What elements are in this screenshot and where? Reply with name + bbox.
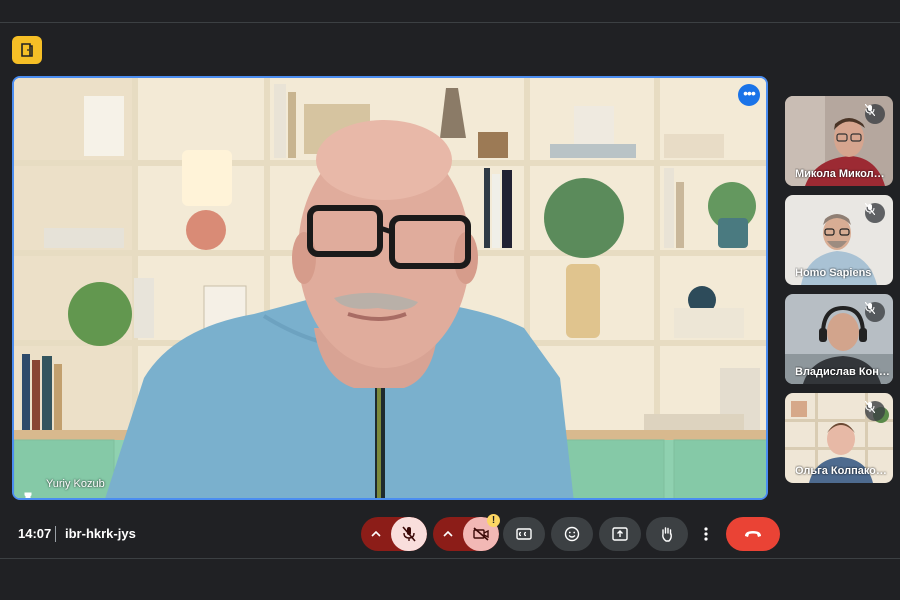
participant-name-3: Владислав Кон… — [795, 366, 889, 378]
meeting-logo[interactable] — [12, 36, 42, 64]
participant-tile-2[interactable]: Homo Sapiens — [785, 195, 893, 285]
leave-call-button[interactable] — [726, 517, 780, 551]
top-divider — [0, 22, 900, 23]
video-options-chevron-icon[interactable] — [433, 517, 463, 551]
participant-tile-4[interactable]: Ольга Колпако… — [785, 393, 893, 483]
mic-off-icon — [865, 203, 885, 223]
mic-off-icon — [402, 526, 416, 542]
microphone-toggle-button[interactable] — [391, 517, 427, 551]
reactions-button[interactable] — [551, 517, 593, 551]
mic-off-icon — [865, 401, 885, 421]
mic-off-icon — [865, 104, 885, 124]
closed-captions-icon — [516, 528, 532, 540]
main-video-feed — [14, 78, 766, 498]
more-options-button[interactable] — [696, 517, 716, 551]
participant-name-2: Homo Sapiens — [795, 267, 872, 279]
audio-options-chevron-icon[interactable] — [361, 517, 391, 551]
main-speaker-name: Yuriy Kozub — [46, 478, 105, 490]
camera-warning-badge[interactable]: ! — [487, 514, 500, 527]
present-screen-button[interactable] — [599, 517, 641, 551]
main-video-tile[interactable]: ••• Yuriy Kozub — [12, 76, 768, 500]
time-code-separator — [55, 526, 56, 542]
bottom-divider — [0, 558, 900, 559]
more-vert-icon — [704, 527, 708, 541]
participant-tile-1[interactable]: Микола Микол… — [785, 96, 893, 186]
hand-icon — [662, 527, 672, 542]
hang-up-icon — [745, 531, 761, 537]
mic-off-icon — [865, 302, 885, 322]
meeting-time: 14:07 — [18, 526, 52, 541]
participant-name-4: Ольга Колпако… — [795, 465, 887, 477]
present-icon — [612, 527, 628, 541]
tile-more-options-button[interactable]: ••• — [738, 84, 760, 106]
captions-button[interactable] — [503, 517, 545, 551]
emoji-icon — [564, 526, 580, 542]
raise-hand-button[interactable] — [646, 517, 688, 551]
participant-name-1: Микола Микол… — [795, 168, 885, 180]
audio-control-group — [361, 517, 427, 551]
participant-tile-3[interactable]: Владислав Кон… — [785, 294, 893, 384]
meeting-code[interactable]: ibr-hkrk-jys — [65, 526, 136, 541]
camera-off-icon — [473, 527, 489, 541]
door-icon — [21, 43, 33, 57]
